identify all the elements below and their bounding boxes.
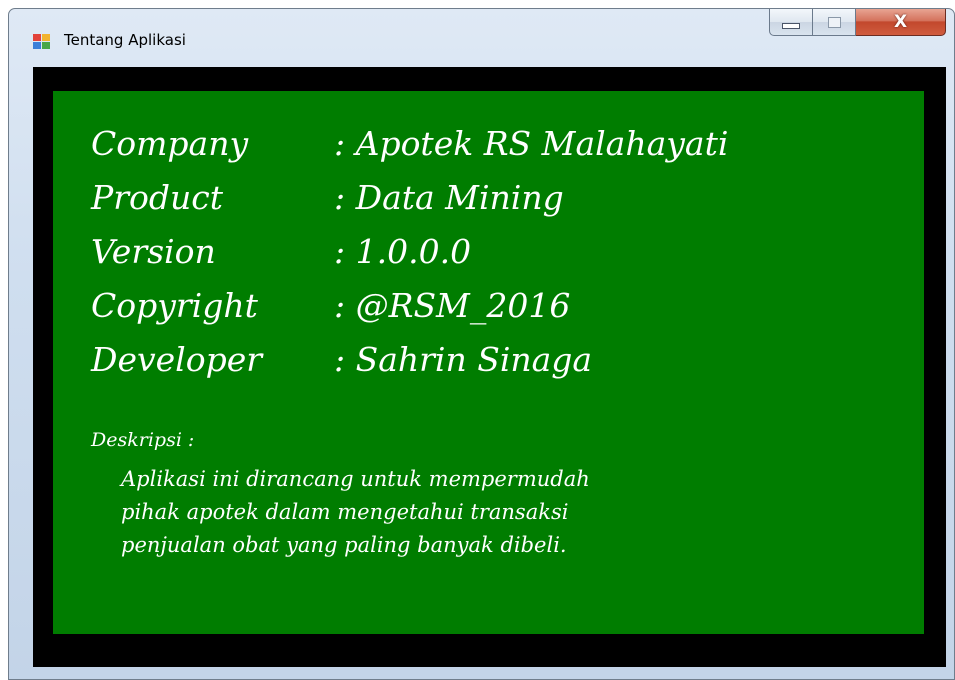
close-button[interactable]: X [856,9,946,36]
info-label: Company [91,124,249,163]
info-value: : @RSM_2016 [334,286,571,325]
about-window: Tentang Aplikasi X Company : Apotek RS M… [8,8,955,680]
maximize-icon [827,16,841,28]
info-label: Version [91,232,216,271]
info-value: : Apotek RS Malahayati [334,124,729,163]
close-icon: X [893,12,908,32]
maximize-button[interactable] [813,9,856,36]
minimize-icon [782,23,800,29]
description-line: Aplikasi ini dirancang untuk mempermudah [121,467,590,491]
window-title: Tentang Aplikasi [64,31,186,49]
info-label: Developer [91,340,263,379]
window-controls: X [769,9,946,36]
app-window-icon[interactable] [33,34,51,50]
info-label: Product [91,178,223,217]
info-value: : 1.0.0.0 [334,232,472,271]
description-heading: Deskripsi : [91,429,195,451]
info-label: Copyright [91,286,258,325]
description-line: pihak apotek dalam mengetahui transaksi [121,500,569,524]
title-bar[interactable]: Tentang Aplikasi X [9,9,954,67]
client-area: Company : Apotek RS Malahayati Product :… [33,67,946,667]
info-value: : Sahrin Sinaga [334,340,593,379]
info-value: : Data Mining [334,178,564,217]
about-panel: Company : Apotek RS Malahayati Product :… [53,91,924,634]
minimize-button[interactable] [769,9,813,36]
description-line: penjualan obat yang paling banyak dibeli… [121,533,567,557]
